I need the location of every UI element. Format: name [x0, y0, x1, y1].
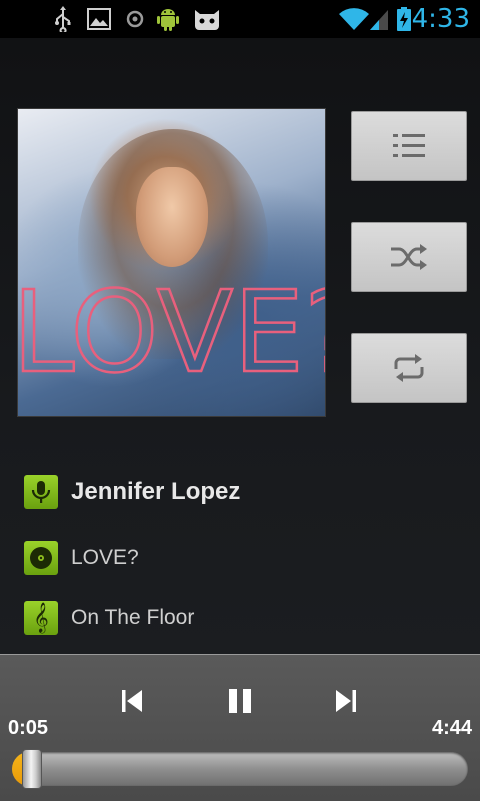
wifi-icon: [339, 8, 369, 31]
playlist-icon: [393, 134, 425, 157]
album-row: LOVE?: [24, 541, 139, 575]
signal-icon: [370, 10, 388, 30]
status-bar: 4:33: [0, 0, 480, 38]
track-row: 𝄞 On The Floor: [24, 601, 194, 635]
repeat-icon: [394, 354, 424, 382]
android-icon: [157, 9, 179, 31]
playlist-button[interactable]: [351, 111, 467, 181]
artist-row: Jennifer Lopez: [24, 475, 240, 509]
album-art: LOVE?: [17, 108, 326, 417]
previous-icon: [122, 690, 142, 712]
album-art-title-text: LOVE?: [18, 268, 325, 389]
next-button[interactable]: [326, 685, 366, 717]
next-icon: [336, 690, 356, 712]
usb-icon: [55, 6, 71, 32]
pause-button[interactable]: [220, 685, 260, 717]
album-art-face: [136, 167, 208, 267]
treble-clef-icon: 𝄞: [24, 601, 58, 635]
elapsed-time: 0:05: [8, 717, 49, 739]
artist-name: Jennifer Lopez: [71, 478, 241, 505]
previous-button[interactable]: [112, 685, 152, 717]
shuffle-button[interactable]: [351, 222, 467, 292]
cyanogenmod-icon: [195, 10, 219, 30]
playback-controls: 0:05 4:44: [0, 654, 480, 801]
pause-icon: [229, 689, 251, 713]
total-duration: 4:44: [431, 717, 472, 739]
repeat-button[interactable]: [351, 333, 467, 403]
gallery-icon: [87, 8, 111, 30]
sync-icon: [126, 10, 144, 28]
clock: 4:33: [411, 4, 470, 34]
microphone-icon: [24, 475, 58, 509]
album-art-title: LOVE?: [18, 267, 325, 389]
seek-bar-thumb[interactable]: [22, 749, 43, 789]
seek-bar[interactable]: [12, 752, 468, 786]
disc-icon: [24, 541, 58, 575]
album-name: LOVE?: [71, 546, 139, 569]
shuffle-icon: [391, 244, 427, 270]
battery-charging-icon: [397, 7, 411, 31]
track-name: On The Floor: [71, 606, 195, 629]
